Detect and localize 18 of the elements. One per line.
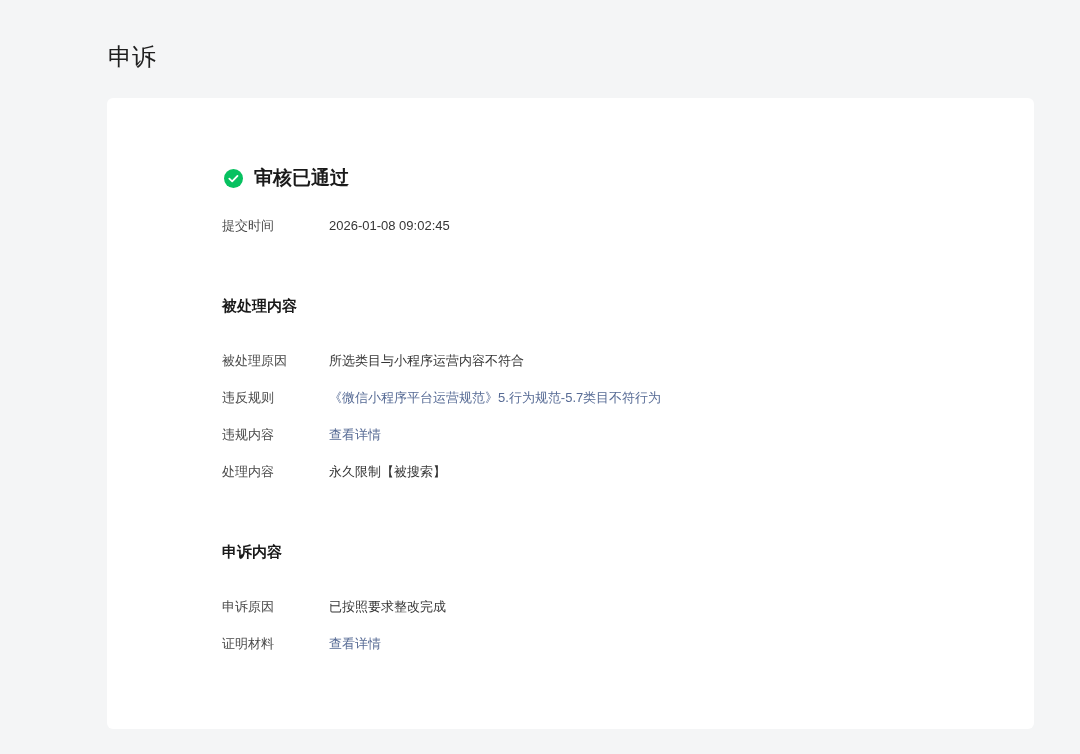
field-link[interactable]: 查看详情 (329, 634, 381, 653)
field-label: 申诉原因 (222, 597, 275, 616)
page-title: 申诉 (108, 42, 156, 72)
field-value: 已按照要求整改完成 (329, 597, 446, 616)
field-value: 所选类目与小程序运营内容不符合 (329, 351, 524, 370)
status-title: 审核已通过 (254, 166, 349, 190)
field-label: 被处理原因 (222, 351, 288, 370)
field-label: 提交时间 (222, 216, 275, 235)
field-label: 违规内容 (222, 425, 275, 444)
section-heading: 申诉内容 (222, 542, 282, 562)
field-link[interactable]: 《微信小程序平台运营规范》5.行为规范-5.7类目不符行为 (329, 388, 662, 407)
field-label: 证明材料 (222, 634, 275, 653)
field-value: 2026-01-08 09:02:45 (329, 216, 450, 235)
field-label: 违反规则 (222, 388, 275, 407)
field-link[interactable]: 查看详情 (329, 425, 381, 444)
field-value: 永久限制【被搜索】 (329, 462, 446, 481)
section-heading: 被处理内容 (222, 296, 297, 316)
field-label: 处理内容 (222, 462, 275, 481)
